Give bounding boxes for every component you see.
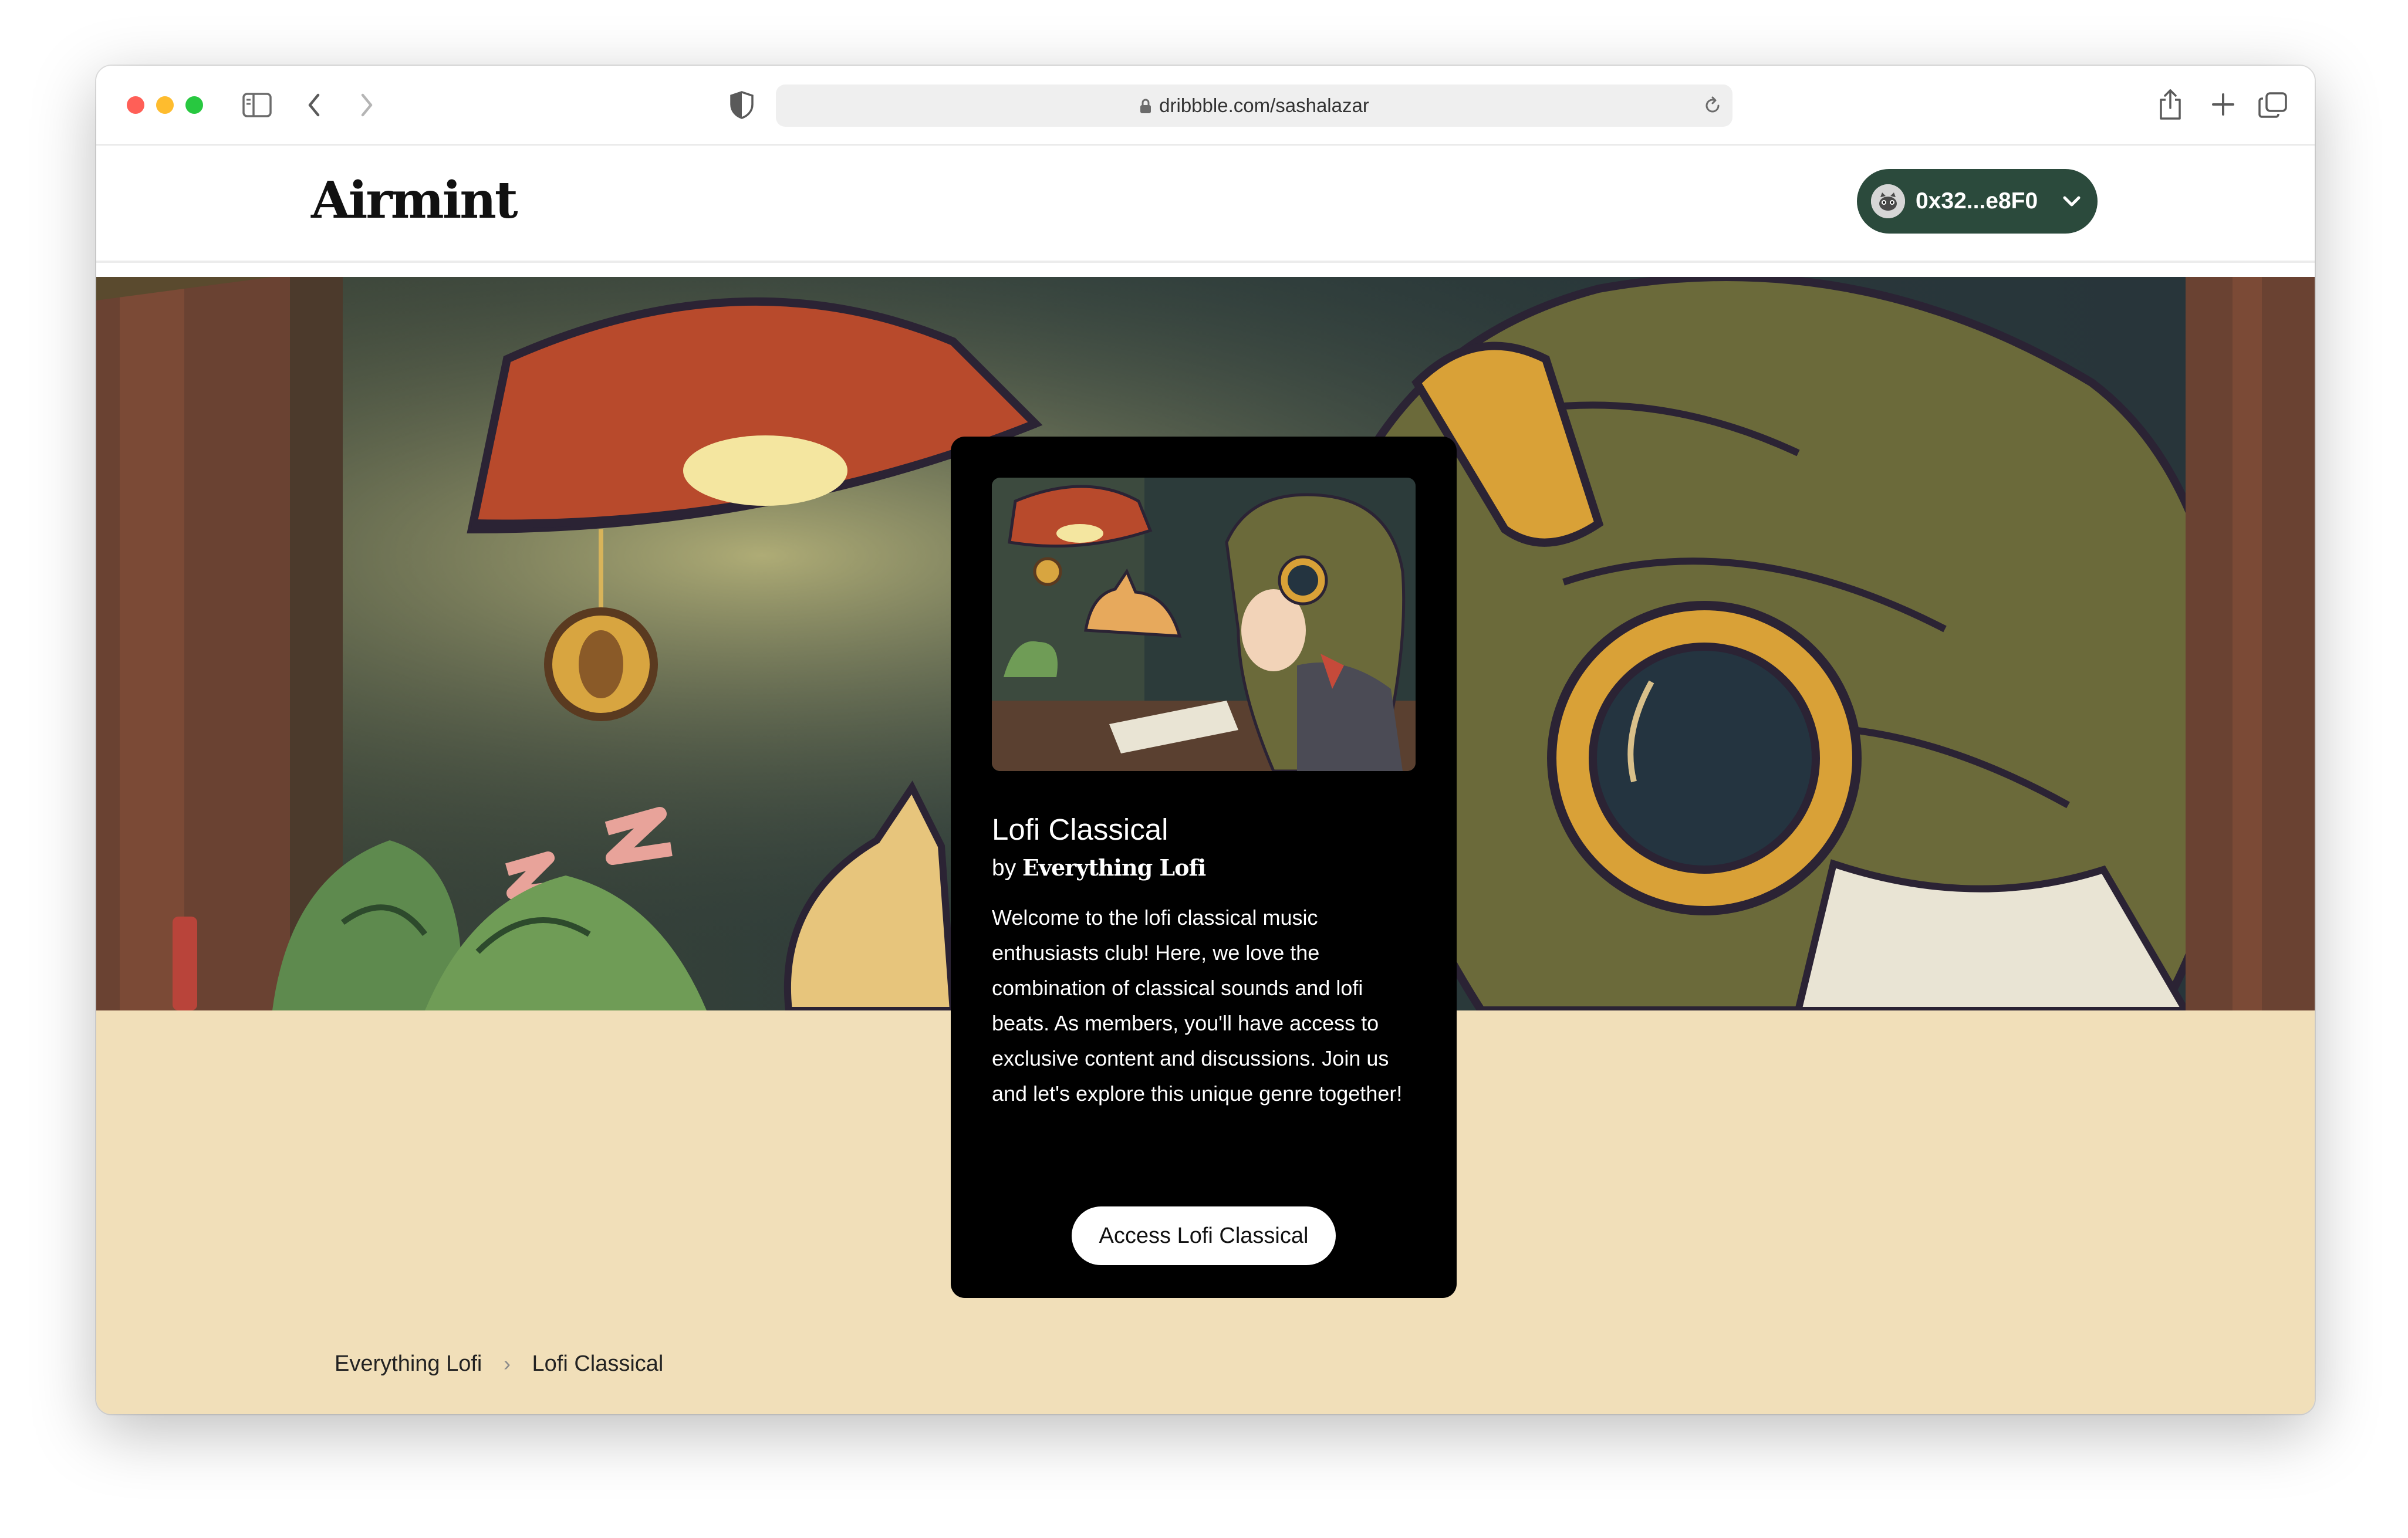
browser-toolbar: dribbble.com/sashalazar: [96, 66, 2315, 146]
close-window-button[interactable]: [127, 96, 144, 114]
collection-byline: by Everything Lofi: [992, 854, 1206, 881]
byline-prefix: by: [992, 856, 1016, 881]
breadcrumb-separator-icon: ›: [503, 1351, 511, 1375]
collection-description: Welcome to the lofi classical music enth…: [992, 905, 1403, 1106]
forward-arrow-icon[interactable]: [358, 92, 376, 119]
reload-icon[interactable]: [1703, 96, 1722, 115]
tab-overview-icon[interactable]: [2258, 92, 2288, 119]
breadcrumb: Everything Lofi › Lofi Classical: [335, 1345, 663, 1380]
new-tab-icon[interactable]: [2211, 93, 2235, 116]
collection-image: [992, 478, 1416, 771]
creator-name[interactable]: Everything Lofi: [1022, 854, 1206, 881]
collection-artwork: [992, 478, 1416, 771]
browser-window: dribbble.com/sashalazar Airmint 0x32...e…: [96, 66, 2315, 1414]
wallet-button[interactable]: 0x32...e8F0: [1857, 169, 2098, 234]
site-header: Airmint 0x32...e8F0: [96, 146, 2315, 263]
address-bar-url[interactable]: dribbble.com/sashalazar: [776, 84, 1732, 127]
chevron-down-icon: [2063, 196, 2081, 207]
privacy-shield-icon[interactable]: [729, 90, 755, 120]
url-text: dribbble.com/sashalazar: [1159, 94, 1369, 116]
lock-icon: [1140, 99, 1151, 113]
collection-card: Lofi Classical by Everything Lofi Welcom…: [951, 437, 1457, 1298]
minimize-window-button[interactable]: [156, 96, 174, 114]
sidebar-toggle-icon[interactable]: [242, 92, 272, 119]
breadcrumb-item-everything-lofi[interactable]: Everything Lofi: [335, 1346, 482, 1381]
breadcrumb-item-lofi-classical[interactable]: Lofi Classical: [532, 1346, 664, 1381]
wallet-address: 0x32...e8F0: [1916, 188, 2038, 214]
access-collection-button[interactable]: Access Lofi Classical: [1072, 1206, 1336, 1265]
raccoon-avatar-icon: [1871, 184, 1905, 218]
zoom-window-button[interactable]: [185, 96, 203, 114]
back-arrow-icon[interactable]: [305, 92, 323, 119]
airmint-logo[interactable]: Airmint: [311, 165, 518, 236]
address-bar[interactable]: dribbble.com/sashalazar: [776, 84, 1732, 127]
share-icon[interactable]: [2157, 88, 2183, 121]
wallet-avatar: [1871, 184, 1905, 218]
collection-title: Lofi Classical: [992, 813, 1168, 846]
